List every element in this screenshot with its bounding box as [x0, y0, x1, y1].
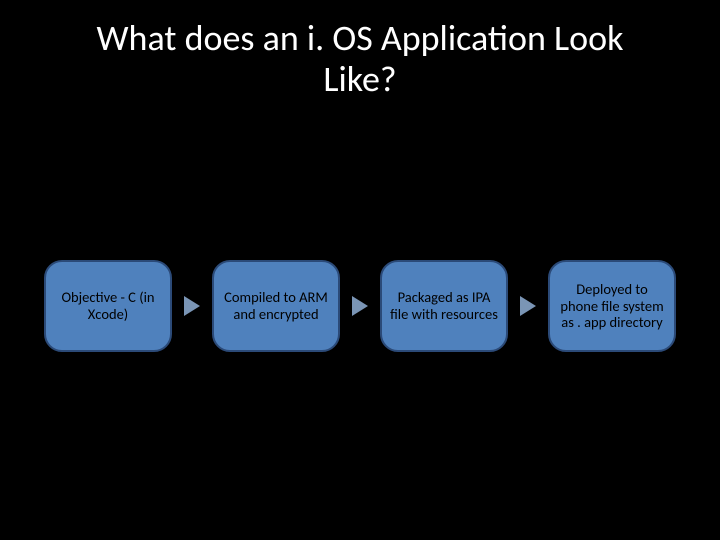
arrow-right-icon [352, 296, 368, 316]
flow-step: Packaged as IPA file with resources [380, 260, 508, 352]
flow-diagram: Objective - C (in Xcode) Compiled to ARM… [0, 260, 720, 352]
arrow-right-icon [184, 296, 200, 316]
flow-step: Compiled to ARM and encrypted [212, 260, 340, 352]
arrow-right-icon [520, 296, 536, 316]
slide-title: What does an i. OS Application Look Like… [0, 0, 720, 101]
flow-step: Objective - C (in Xcode) [44, 260, 172, 352]
flow-step: Deployed to phone file system as . app d… [548, 260, 676, 352]
